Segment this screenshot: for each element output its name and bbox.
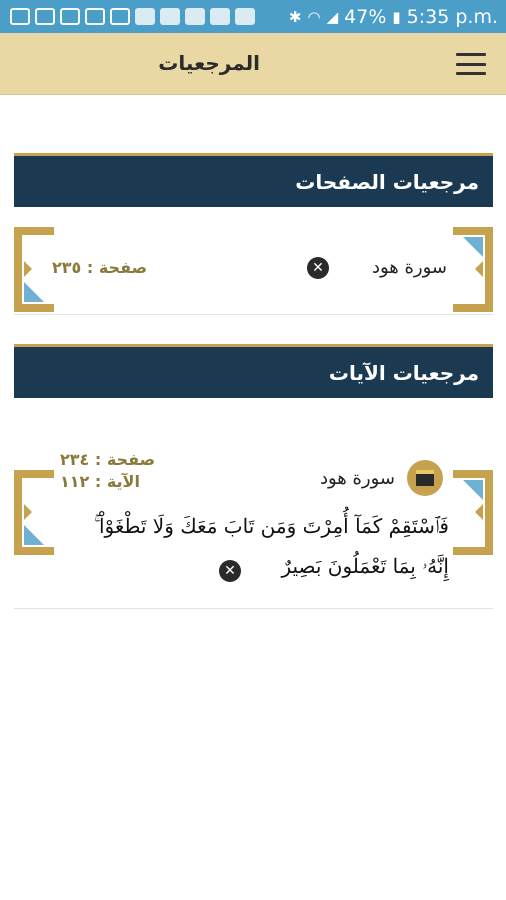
app-icon <box>85 8 105 25</box>
wifi-icon: ◠ <box>307 7 321 26</box>
ayah-text-line-2: إِنَّهُۥ بِمَا تَعْمَلُونَ بَصِيرٌ <box>281 554 449 578</box>
ayah-bookmarks-header: مرجعيات الآيات <box>14 344 493 398</box>
surah-name: سورة هود <box>371 257 447 278</box>
page-title: المرجعيات <box>158 51 260 75</box>
ornament-frame-right <box>453 470 493 555</box>
surah-name: سورة هود <box>319 468 395 489</box>
page-number: صفحة : ٢٣٤ <box>60 450 156 469</box>
system-icons: ✱ ◠ ◢ 47% ▮ 5:35 p.m. <box>289 0 498 33</box>
app-bar: المرجعيات <box>0 33 506 95</box>
divider <box>14 314 493 315</box>
battery-icon: ▮ <box>392 7 401 26</box>
ayah-text-line-1: فَٱسْتَقِمْ كَمَآ أُمِرْتَ وَمَن تَابَ م… <box>93 514 449 538</box>
divider <box>14 608 493 609</box>
signal-icon: ◢ <box>326 7 339 26</box>
quran-app-icon <box>185 8 205 25</box>
page-bookmark-item[interactable]: سورة هود ✕ صفحة : ٢٣٥ <box>14 227 493 312</box>
ornament-frame-right <box>453 227 493 312</box>
ornament-frame-left <box>14 470 54 555</box>
quran-app-icon <box>135 8 155 25</box>
page-bookmarks-header: مرجعيات الصفحات <box>14 153 493 207</box>
menu-icon[interactable] <box>456 53 486 75</box>
message-icon <box>10 8 30 25</box>
bluetooth-icon: ✱ <box>288 7 302 26</box>
ayah-number: الآية : ١١٢ <box>60 472 140 491</box>
ornament-frame-left <box>14 227 54 312</box>
kaaba-icon <box>407 460 443 496</box>
sync-icon <box>110 8 130 25</box>
clock: 5:35 p.m. <box>406 5 498 28</box>
app-icon <box>60 8 80 25</box>
battery-percent: 47% <box>344 5 387 28</box>
status-bar: ✱ ◠ ◢ 47% ▮ 5:35 p.m. <box>0 0 506 33</box>
quran-app-icon <box>210 8 230 25</box>
remove-bookmark-button[interactable]: ✕ <box>219 560 241 582</box>
quran-app-icon <box>235 8 255 25</box>
notification-icons <box>0 8 255 25</box>
section-title: مرجعيات الصفحات <box>295 169 479 194</box>
quran-app-icon <box>160 8 180 25</box>
gallery-icon <box>35 8 55 25</box>
ayah-bookmark-item[interactable]: سورة هود صفحة : ٢٣٤ الآية : ١١٢ فَٱسْتَق… <box>14 448 493 598</box>
remove-bookmark-button[interactable]: ✕ <box>307 257 329 279</box>
page-number: صفحة : ٢٣٥ <box>52 258 148 277</box>
section-title: مرجعيات الآيات <box>328 360 479 385</box>
